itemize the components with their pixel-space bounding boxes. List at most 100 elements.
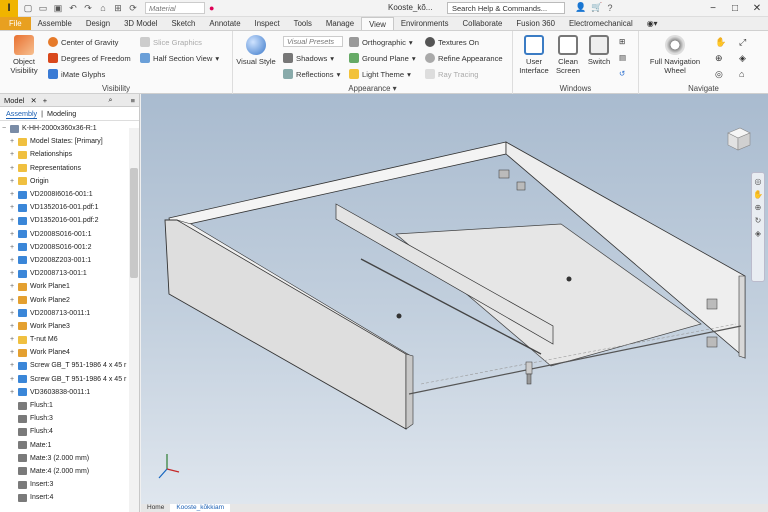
appearance-ball-icon[interactable]: ● xyxy=(209,3,214,13)
menu-icon[interactable]: ≡ xyxy=(131,96,135,105)
cart-icon[interactable]: 🛒 xyxy=(591,2,602,13)
new-file-icon[interactable]: ▢ xyxy=(22,3,34,14)
expand-icon[interactable]: + xyxy=(8,283,16,290)
tab-modeling[interactable]: Modeling xyxy=(47,109,76,118)
material-dropdown[interactable]: Material xyxy=(145,2,205,14)
expand-icon[interactable]: + xyxy=(8,310,16,317)
ground-plane-button[interactable]: Ground Plane ▾ xyxy=(349,53,416,63)
scrollbar-thumb[interactable] xyxy=(130,168,138,278)
collapse-icon[interactable]: − xyxy=(0,125,8,132)
pan-icon[interactable]: ✋ xyxy=(715,37,726,48)
object-visibility-button[interactable]: Object Visibility xyxy=(6,35,42,75)
visual-style-button[interactable]: Visual Style xyxy=(235,35,277,66)
expand-icon[interactable]: + xyxy=(8,362,16,369)
tree-item[interactable]: + Work Plane2 xyxy=(0,293,128,306)
expand-icon[interactable]: + xyxy=(8,138,16,145)
ray-tracing-button[interactable]: Ray Tracing xyxy=(425,69,479,79)
pan-icon[interactable]: ✋ xyxy=(753,190,763,199)
look-at-icon[interactable]: ◈ xyxy=(739,53,746,64)
tree-item[interactable]: Insert:4 xyxy=(0,491,128,504)
search-icon[interactable]: ⌕ xyxy=(108,95,112,105)
close-panel-icon[interactable]: ✕ xyxy=(30,96,36,105)
tree-item[interactable]: + VD2008I6016-001:1 xyxy=(0,188,128,201)
light-theme-button[interactable]: Light Theme ▾ xyxy=(349,69,411,79)
home-view-icon[interactable]: ⌂ xyxy=(739,69,744,79)
switch-button[interactable]: Switch xyxy=(585,35,613,66)
update-icon[interactable]: ⟳ xyxy=(127,3,139,14)
sign-in-icon[interactable]: 👤 xyxy=(575,2,586,13)
tree-item[interactable]: + T-nut M6 xyxy=(0,333,128,346)
expand-icon[interactable]: + xyxy=(8,204,16,211)
cascade-windows-icon[interactable]: ▤ xyxy=(619,53,626,62)
expand-icon[interactable]: + xyxy=(8,349,16,356)
tab-design[interactable]: Design xyxy=(79,17,117,30)
expand-icon[interactable]: + xyxy=(8,165,16,172)
tab-collaborate[interactable]: Collaborate xyxy=(456,17,510,30)
orbit-icon[interactable]: ◎ xyxy=(715,69,723,80)
tab-file[interactable]: File xyxy=(0,17,31,30)
center-of-gravity-button[interactable]: Center of Gravity xyxy=(48,37,118,47)
expand-icon[interactable]: + xyxy=(8,244,16,251)
graphics-viewport[interactable]: ◎ ✋ ⊕ ↻ ◈ xyxy=(141,94,768,504)
tree-item[interactable]: + Work Plane1 xyxy=(0,280,128,293)
tree-item[interactable]: Insert:3 xyxy=(0,478,128,491)
tab-manage[interactable]: Manage xyxy=(319,17,361,30)
browser-scrollbar[interactable] xyxy=(129,128,139,512)
tile-windows-icon[interactable]: ⊞ xyxy=(619,37,625,46)
tab-view[interactable]: View xyxy=(361,17,394,30)
orthographic-button[interactable]: Orthographic ▾ xyxy=(349,37,413,47)
arrange-windows-icon[interactable]: ↺ xyxy=(619,69,625,78)
half-section-view-button[interactable]: Half Section View ▾ xyxy=(140,53,219,63)
expand-icon[interactable]: + xyxy=(8,217,16,224)
undo-icon[interactable]: ↶ xyxy=(67,3,79,14)
close-button[interactable]: ✕ xyxy=(746,0,768,16)
expand-icon[interactable]: + xyxy=(8,151,16,158)
tree-item[interactable]: + VD1352016-001.pdf:2 xyxy=(0,214,128,227)
reflections-button[interactable]: Reflections ▾ xyxy=(283,69,340,79)
tree-item[interactable]: + Screw GB_T 951-1986 4 x 45 r xyxy=(0,373,128,386)
expand-icon[interactable]: + xyxy=(8,270,16,277)
tab-environments[interactable]: Environments xyxy=(394,17,456,30)
tree-item[interactable]: + Screw GB_T 951-1986 4 x 45 r xyxy=(0,359,128,372)
refine-appearance-button[interactable]: Refine Appearance xyxy=(425,53,503,63)
tree-item[interactable]: + VD2008S016-001:1 xyxy=(0,228,128,241)
zoom-icon[interactable]: ⊕ xyxy=(715,53,723,64)
tab-home[interactable]: Home xyxy=(141,504,170,512)
tree-item[interactable]: + VD2008S016-001:2 xyxy=(0,241,128,254)
zoom-all-icon[interactable]: ⤢ xyxy=(739,37,746,48)
redo-icon[interactable]: ↷ xyxy=(82,3,94,14)
app-logo[interactable]: I xyxy=(0,0,18,17)
tree-item[interactable]: Flush:1 xyxy=(0,399,128,412)
orbit-icon[interactable]: ↻ xyxy=(755,216,762,225)
tree-item[interactable]: Mate:3 (2.000 mm) xyxy=(0,452,128,465)
zoom-icon[interactable]: ⊕ xyxy=(755,203,762,212)
expand-icon[interactable]: + xyxy=(8,191,16,198)
tab-3d-model[interactable]: 3D Model xyxy=(117,17,164,30)
tree-item[interactable]: + Origin xyxy=(0,175,128,188)
select-icon[interactable]: ⊞ xyxy=(112,3,124,14)
minimize-button[interactable]: − xyxy=(702,0,724,16)
tree-item[interactable]: Mate:4 (2.000 mm) xyxy=(0,465,128,478)
tree-item[interactable]: + VD2008713-001:1 xyxy=(0,267,128,280)
tab-annotate[interactable]: Annotate xyxy=(202,17,247,30)
tree-item[interactable]: + Work Plane3 xyxy=(0,320,128,333)
tab-options-icon[interactable]: ◉▾ xyxy=(640,17,665,30)
tree-item[interactable]: Mate:1 xyxy=(0,439,128,452)
tree-item[interactable]: + Work Plane4 xyxy=(0,346,128,359)
expand-icon[interactable]: + xyxy=(8,389,16,396)
tree-item[interactable]: + Model States: [Primary] xyxy=(0,135,128,148)
save-icon[interactable]: ▣ xyxy=(52,3,64,14)
tab-tools[interactable]: Tools xyxy=(287,17,319,30)
shadows-button[interactable]: Shadows ▾ xyxy=(283,53,334,63)
tree-item[interactable]: Flush:4 xyxy=(0,425,128,438)
viewcube[interactable] xyxy=(724,124,752,152)
expand-icon[interactable]: + xyxy=(8,336,16,343)
maximize-button[interactable]: □ xyxy=(724,0,746,16)
tab-inspect[interactable]: Inspect xyxy=(248,17,287,30)
tree-root[interactable]: − K-HH-2000x360x36-R:1 xyxy=(0,122,128,135)
tree-item[interactable]: + VD2008Z203-001:1 xyxy=(0,254,128,267)
open-folder-icon[interactable]: ▭ xyxy=(37,3,49,14)
tree-item[interactable]: + VD2008713-0011:1 xyxy=(0,307,128,320)
expand-icon[interactable]: + xyxy=(8,257,16,264)
full-navigation-wheel-button[interactable]: Full Navigation Wheel xyxy=(645,35,705,75)
